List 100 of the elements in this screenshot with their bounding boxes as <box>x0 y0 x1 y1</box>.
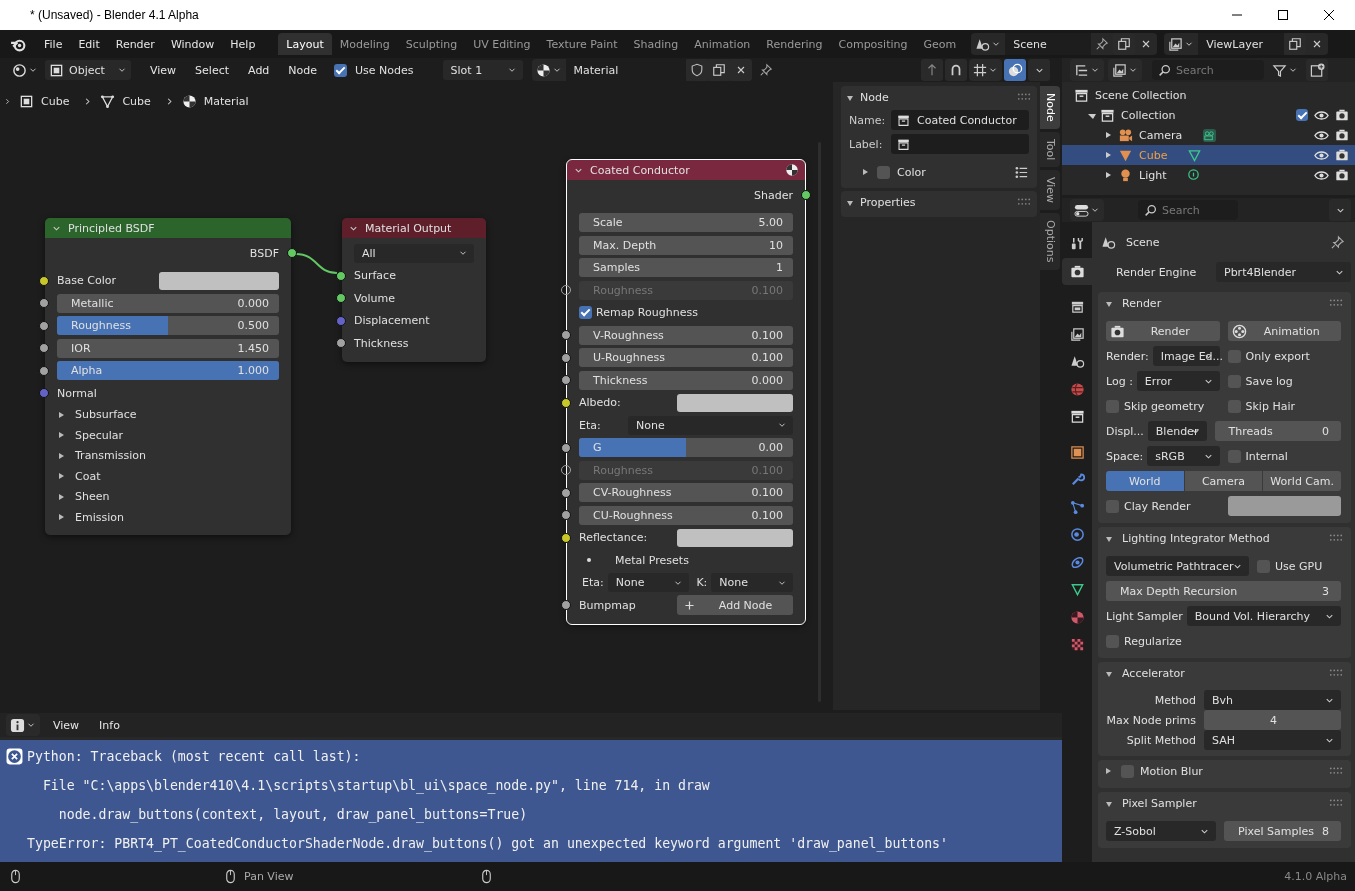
number-field[interactable]: CV-Roughness 0.100 <box>579 483 793 503</box>
socket[interactable] <box>39 343 49 354</box>
outliner-row[interactable]: Collection <box>1062 105 1355 125</box>
checkbox[interactable] <box>1227 449 1241 463</box>
slider[interactable]: G 0.00 <box>579 438 793 458</box>
socket[interactable] <box>39 365 49 376</box>
display-mode-dropdown[interactable] <box>1070 59 1104 81</box>
segment-button[interactable]: Camera <box>1184 471 1263 491</box>
outliner-row[interactable]: Cube <box>1062 145 1355 165</box>
color-swatch[interactable] <box>677 528 793 547</box>
number-field[interactable]: CU-Roughness 0.100 <box>579 505 793 525</box>
scene-field[interactable]: Scene <box>1005 33 1092 55</box>
panel-label[interactable]: Coat <box>75 469 101 483</box>
name-field[interactable]: Coated Conductor <box>891 110 1029 130</box>
maximize-icon[interactable] <box>1277 9 1289 21</box>
checkbox[interactable] <box>1106 399 1119 413</box>
output-socket[interactable] <box>287 248 297 259</box>
slider[interactable]: Alpha 1.000 <box>57 361 279 381</box>
view-layer-dropdown[interactable] <box>1108 59 1142 81</box>
workspace-tab[interactable]: Geom <box>915 33 965 55</box>
search-field[interactable]: Search <box>1138 200 1238 220</box>
color-swatch[interactable] <box>1227 496 1341 516</box>
dropdown[interactable]: Volumetric Pathtracer <box>1106 556 1249 576</box>
slider[interactable]: Roughness 0.500 <box>57 316 279 336</box>
outliner-row[interactable]: Light <box>1062 165 1355 185</box>
editor-type-dropdown[interactable] <box>6 714 40 736</box>
outliner-row[interactable]: Camera <box>1062 125 1355 145</box>
shader-node[interactable] <box>561 160 811 624</box>
number-field[interactable]: Scale 5.00 <box>579 213 793 233</box>
menu-item[interactable]: File <box>37 33 70 55</box>
number-field[interactable]: IOR 1.450 <box>57 338 279 358</box>
panel-header[interactable]: Render <box>1098 292 1351 314</box>
socket[interactable] <box>561 510 571 521</box>
menu-item[interactable]: Help <box>223 33 263 55</box>
render-button[interactable]: Render <box>1106 321 1220 341</box>
sidebar-tab[interactable]: Options <box>1040 213 1060 270</box>
editor-type-dropdown[interactable] <box>1070 199 1104 221</box>
socket[interactable] <box>336 270 346 281</box>
workspace-tab[interactable]: Modeling <box>331 33 398 55</box>
menu-item[interactable]: View <box>46 714 87 736</box>
color-swatch[interactable] <box>158 271 279 290</box>
panel-label[interactable]: Transmission <box>75 449 147 463</box>
number-field[interactable]: Samples 1 <box>579 258 793 278</box>
panel-header[interactable]: Motion Blur <box>1098 760 1351 782</box>
dropdown[interactable]: Z-Sobol <box>1106 821 1217 841</box>
node-header[interactable]: Principled BSDF <box>45 218 291 238</box>
panel-label[interactable]: Specular <box>75 428 124 442</box>
socket[interactable] <box>39 320 49 331</box>
view-layer-field[interactable]: ViewLayer <box>1198 33 1285 55</box>
snap-target-dropdown[interactable] <box>969 59 1002 81</box>
dropdown[interactable]: sRGB <box>1147 446 1220 466</box>
dropdown[interactable]: All <box>354 243 474 263</box>
search-field[interactable]: Search <box>1152 60 1264 80</box>
checkbox[interactable] <box>1227 349 1241 363</box>
socket[interactable] <box>561 397 571 408</box>
number-field[interactable]: Threads 0 <box>1214 421 1341 441</box>
socket[interactable] <box>39 275 49 286</box>
snap-button[interactable] <box>945 59 967 81</box>
slot-dropdown[interactable]: Slot 1 <box>442 60 523 80</box>
mode-dropdown[interactable]: Object <box>45 60 131 80</box>
menu-item[interactable]: Select <box>187 59 238 81</box>
sidebar-tab[interactable]: Node <box>1040 86 1060 129</box>
checkbox[interactable] <box>1106 634 1119 648</box>
panel-header[interactable]: Lighting Integrator Method <box>1098 527 1351 549</box>
number-field[interactable]: V-Roughness 0.100 <box>579 325 793 345</box>
socket[interactable] <box>561 375 571 386</box>
overlay-button[interactable] <box>1004 59 1026 81</box>
panel-header[interactable]: Pixel Sampler <box>1098 792 1351 814</box>
material-field[interactable]: Material <box>565 59 686 81</box>
socket[interactable] <box>561 532 571 543</box>
socket[interactable] <box>561 442 571 453</box>
panel-header[interactable]: Properties <box>841 191 1037 213</box>
dropdown[interactable]: Bound Vol. Hierarchy <box>1186 606 1341 626</box>
number-field[interactable]: Pixel Samples 8 <box>1224 821 1341 841</box>
report-entry[interactable] <box>0 740 1062 862</box>
panel-header[interactable]: Node <box>841 86 1037 108</box>
workspace-tab[interactable]: Shading <box>625 33 687 55</box>
dropdown[interactable]: None <box>607 573 690 593</box>
panel-label[interactable]: Emission <box>75 510 124 524</box>
output-socket[interactable] <box>801 190 811 201</box>
label-field[interactable] <box>891 134 1029 154</box>
workspace-tab[interactable]: Rendering <box>758 33 831 55</box>
render-button[interactable]: Animation <box>1227 321 1341 341</box>
socket[interactable] <box>561 600 571 611</box>
dropdown[interactable]: None <box>711 573 793 593</box>
dropdown[interactable]: Error <box>1136 371 1220 391</box>
workspace-tab[interactable]: Sculpting <box>397 33 466 55</box>
close-icon[interactable] <box>1323 9 1335 21</box>
number-field[interactable]: 4 <box>1204 710 1341 730</box>
dropdown[interactable]: Image Ed... <box>1152 346 1220 366</box>
node-header[interactable]: Material Output <box>342 218 486 238</box>
number-field[interactable]: Max Depth Recursion 3 <box>1106 581 1341 601</box>
socket[interactable] <box>39 298 49 309</box>
checkbox[interactable] <box>877 165 890 179</box>
checkbox[interactable] <box>579 306 592 320</box>
menu-item[interactable]: Edit <box>71 33 107 55</box>
socket[interactable] <box>336 293 346 304</box>
panel-header[interactable]: Accelerator <box>1098 662 1351 684</box>
checkbox[interactable] <box>1256 559 1270 573</box>
checkbox[interactable] <box>1121 764 1134 778</box>
